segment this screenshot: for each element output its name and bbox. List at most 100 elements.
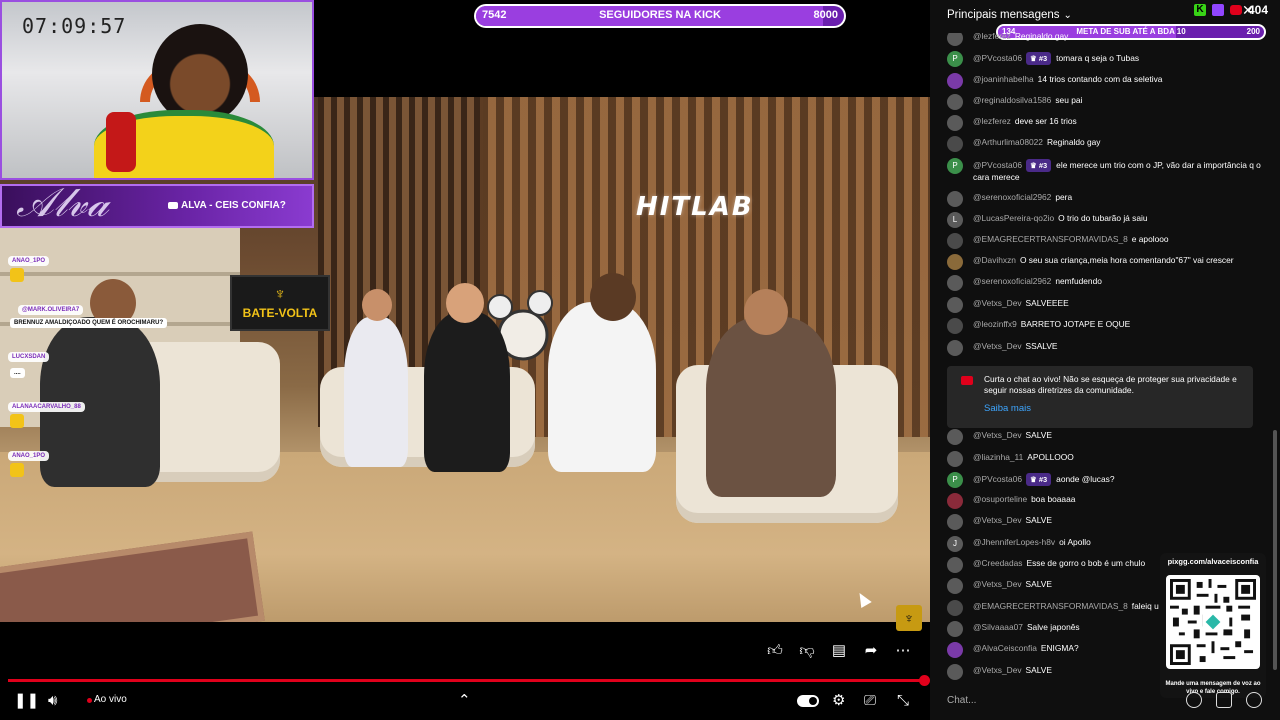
avatar[interactable] xyxy=(947,514,963,530)
video-player[interactable]: HITLAB ♆ BATE-VOLTA 07:09:57 𝒜𝓁𝓋𝒶 ALVA -… xyxy=(0,0,930,720)
message-content: @joaninhabelha 14 trios contando com da s… xyxy=(973,74,1263,85)
message-author[interactable]: @serenoxoficial2962 xyxy=(973,192,1051,202)
avatar[interactable]: J xyxy=(947,536,963,552)
message-author[interactable]: @Vetxs_Dev xyxy=(973,665,1022,675)
settings-gear-icon[interactable]: ⚙ xyxy=(832,692,845,710)
progress-bar[interactable] xyxy=(8,679,924,682)
message-author[interactable]: @Vetxs_Dev xyxy=(973,515,1022,525)
message-text: faleiq u xyxy=(1131,601,1159,611)
avatar[interactable]: L xyxy=(947,212,963,228)
autoplay-toggle[interactable] xyxy=(797,695,819,707)
avatar[interactable] xyxy=(947,33,963,46)
message-author[interactable]: @joaninhabelha xyxy=(973,74,1034,84)
follower-goal-bar: 7542 SEGUIDORES NA KICK 8000 xyxy=(474,4,846,28)
avatar[interactable] xyxy=(947,115,963,131)
stream-banner: 𝒜𝓁𝓋𝒶 ALVA - CEIS CONFIA? xyxy=(0,180,314,228)
chat-scrollbar[interactable] xyxy=(1273,430,1277,670)
message-content: @serenoxoficial2962 nemfudendo xyxy=(973,276,1263,287)
progress-scrubber[interactable] xyxy=(919,675,930,686)
message-author[interactable]: @Davihxzn xyxy=(973,255,1016,265)
avatar[interactable] xyxy=(947,275,963,291)
message-author[interactable]: @JhenniferLopes-h8v xyxy=(973,537,1055,547)
avatar[interactable] xyxy=(947,136,963,152)
dislike-icon[interactable]: 👎︎ xyxy=(798,642,816,660)
message-content: @Vetxs_Dev SALVE xyxy=(973,430,1263,441)
message-author[interactable]: @lezferez xyxy=(973,33,1011,41)
avatar[interactable] xyxy=(947,191,963,207)
message-author[interactable]: @Vetxs_Dev xyxy=(973,579,1022,589)
message-text: pera xyxy=(1055,192,1073,202)
close-icon[interactable]: ✕ xyxy=(1242,2,1266,19)
message-author[interactable]: @AlvaCeisconfia xyxy=(973,643,1037,653)
chat-bubble-icon[interactable]: ▤ xyxy=(830,642,848,660)
avatar[interactable] xyxy=(947,642,963,658)
avatar[interactable] xyxy=(947,73,963,89)
avatar[interactable]: P xyxy=(947,158,963,174)
emoji-icon[interactable] xyxy=(1186,692,1202,708)
message-author[interactable]: @Vetxs_Dev xyxy=(973,341,1022,351)
live-label[interactable]: Ao vivo xyxy=(94,694,127,705)
message-author[interactable]: @osuporteline xyxy=(973,494,1027,504)
guest-4 xyxy=(548,302,656,472)
message-author[interactable]: @lezferez xyxy=(973,116,1011,126)
message-author[interactable]: @EMAGRECERTRANSFORMAVIDAS_8 xyxy=(973,234,1128,244)
message-content: @lezferez deve ser 16 trios xyxy=(973,116,1263,127)
qr-code xyxy=(1170,579,1256,665)
guest-2 xyxy=(344,317,408,467)
message-author[interactable]: @PVcosta06 xyxy=(973,53,1022,63)
like-icon[interactable]: 👍︎ xyxy=(766,642,784,660)
avatar[interactable] xyxy=(947,233,963,249)
cast-icon[interactable]: ⎚ xyxy=(864,692,876,710)
message-author[interactable]: @LucasPereira-qo2io xyxy=(973,213,1054,223)
message-author[interactable]: @liazinha_11 xyxy=(973,452,1023,462)
message-author[interactable]: @Silvaaaa07 xyxy=(973,622,1023,632)
message-text: Salve japonês xyxy=(1026,622,1080,632)
guest-5-head xyxy=(744,289,788,335)
overlay-chat-name: LUCXSDAN xyxy=(8,352,50,362)
message-author[interactable]: @reginaldosilva1586 xyxy=(973,95,1051,105)
message-author[interactable]: @serenoxoficial2962 xyxy=(973,276,1051,286)
pix-donation-card[interactable]: pixgg.com/alvaceisconfia Mande uma mensa… xyxy=(1160,553,1266,698)
avatar[interactable]: P xyxy=(947,472,963,488)
avatar[interactable] xyxy=(947,600,963,616)
overlay-chat-name: ANAO_1PO xyxy=(8,451,50,461)
message-author[interactable]: @Vetxs_Dev xyxy=(973,298,1022,308)
chat-input[interactable] xyxy=(947,688,1167,712)
message-author[interactable]: @leozinffx9 xyxy=(973,319,1017,329)
heart-icon[interactable] xyxy=(1246,692,1262,708)
message-text: e apolooo xyxy=(1131,234,1169,244)
avatar[interactable] xyxy=(947,297,963,313)
chevron-up-icon[interactable]: ⌃ xyxy=(458,692,471,710)
learn-more-link[interactable]: Saiba mais xyxy=(984,403,1031,414)
avatar[interactable] xyxy=(947,318,963,334)
avatar[interactable] xyxy=(947,254,963,270)
avatar[interactable] xyxy=(947,664,963,680)
hitlab-sign: HITLAB xyxy=(636,192,754,222)
avatar[interactable] xyxy=(947,340,963,356)
avatar[interactable] xyxy=(947,451,963,467)
message-author[interactable]: @Creedadas xyxy=(973,558,1022,568)
share-icon[interactable]: ➦ xyxy=(862,642,880,660)
message-author[interactable]: @PVcosta06 xyxy=(973,474,1022,484)
message-text: Reginaldo gay xyxy=(1046,137,1101,147)
pause-icon[interactable]: ❚❚ xyxy=(14,692,39,710)
message-author[interactable]: @PVcosta06 xyxy=(973,160,1022,170)
avatar[interactable] xyxy=(947,578,963,594)
volume-icon[interactable]: 🔊︎ xyxy=(48,692,57,710)
message-author[interactable]: @Vetxs_Dev xyxy=(973,430,1022,440)
avatar[interactable] xyxy=(947,557,963,573)
exit-fullscreen-icon[interactable]: ⤡ xyxy=(897,692,909,710)
avatar[interactable] xyxy=(947,493,963,509)
chat-filter-dropdown[interactable]: Principais mensagens ⌄ xyxy=(947,9,1072,21)
avatar[interactable] xyxy=(947,429,963,445)
avatar[interactable]: P xyxy=(947,51,963,67)
message-author[interactable]: @Arthurlima08022 xyxy=(973,137,1043,147)
more-options-icon[interactable]: ⋯ xyxy=(894,642,912,660)
avatar[interactable] xyxy=(947,94,963,110)
avatar[interactable] xyxy=(947,621,963,637)
banner-title: ALVA - CEIS CONFIA? xyxy=(168,200,286,211)
live-indicator-icon xyxy=(87,698,92,703)
overlay-chat-user: LUCXSDAN xyxy=(12,354,46,360)
super-chat-icon[interactable] xyxy=(1216,692,1232,708)
message-author[interactable]: @EMAGRECERTRANSFORMAVIDAS_8 xyxy=(973,601,1128,611)
